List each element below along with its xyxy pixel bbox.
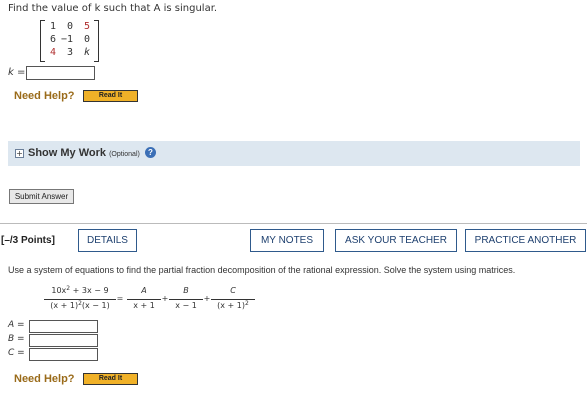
matrix-cell: 1 — [49, 21, 56, 32]
fraction-numerator: 10x2 + 3x − 9 — [51, 285, 109, 295]
question-prompt: Find the value of k such that A is singu… — [8, 3, 218, 14]
show-my-work-label: Show My Work (Optional) — [28, 147, 140, 159]
matrix-cell: 4 — [49, 47, 56, 58]
matrix-cell: 0 — [66, 21, 73, 32]
b-label: B = — [8, 334, 25, 344]
b-answer-input[interactable] — [29, 334, 98, 347]
need-help-label: Need Help? — [14, 90, 75, 102]
matrix-cell: 0 — [83, 34, 90, 45]
points-label: [–/3 Points] — [1, 235, 55, 246]
matrix-cell: 5 — [83, 21, 90, 32]
submit-answer-button[interactable]: Submit Answer — [9, 189, 74, 204]
c-label: C = — [8, 348, 25, 358]
read-it-button[interactable]: Read It — [83, 373, 138, 385]
show-my-work-bar[interactable]: + Show My Work (Optional) ? — [8, 141, 580, 166]
matrix-cell: 3 — [66, 47, 73, 58]
expand-plus-icon[interactable]: + — [15, 149, 24, 158]
read-it-button[interactable]: Read It — [83, 90, 138, 102]
ask-your-teacher-button[interactable]: ASK YOUR TEACHER — [335, 229, 457, 252]
my-notes-button[interactable]: MY NOTES — [250, 229, 324, 252]
practice-another-button[interactable]: PRACTICE ANOTHER — [465, 229, 586, 252]
need-help-label: Need Help? — [14, 373, 75, 385]
k-label: k = — [8, 67, 26, 78]
details-button[interactable]: DETAILS — [78, 229, 137, 252]
fraction-denominator: (x + 1)2(x − 1) — [50, 300, 110, 310]
matrix-cell: 6 — [49, 34, 56, 45]
a-answer-input[interactable] — [29, 320, 98, 333]
matrix-cell: −1 — [60, 34, 73, 45]
help-question-icon[interactable]: ? — [145, 147, 156, 158]
c-answer-input[interactable] — [29, 348, 98, 361]
a-label: A = — [8, 320, 25, 330]
matrix-cell: k — [83, 47, 90, 58]
question-prompt: Use a system of equations to find the pa… — [8, 265, 516, 275]
question-divider — [0, 223, 587, 224]
k-answer-input[interactable] — [26, 66, 95, 80]
